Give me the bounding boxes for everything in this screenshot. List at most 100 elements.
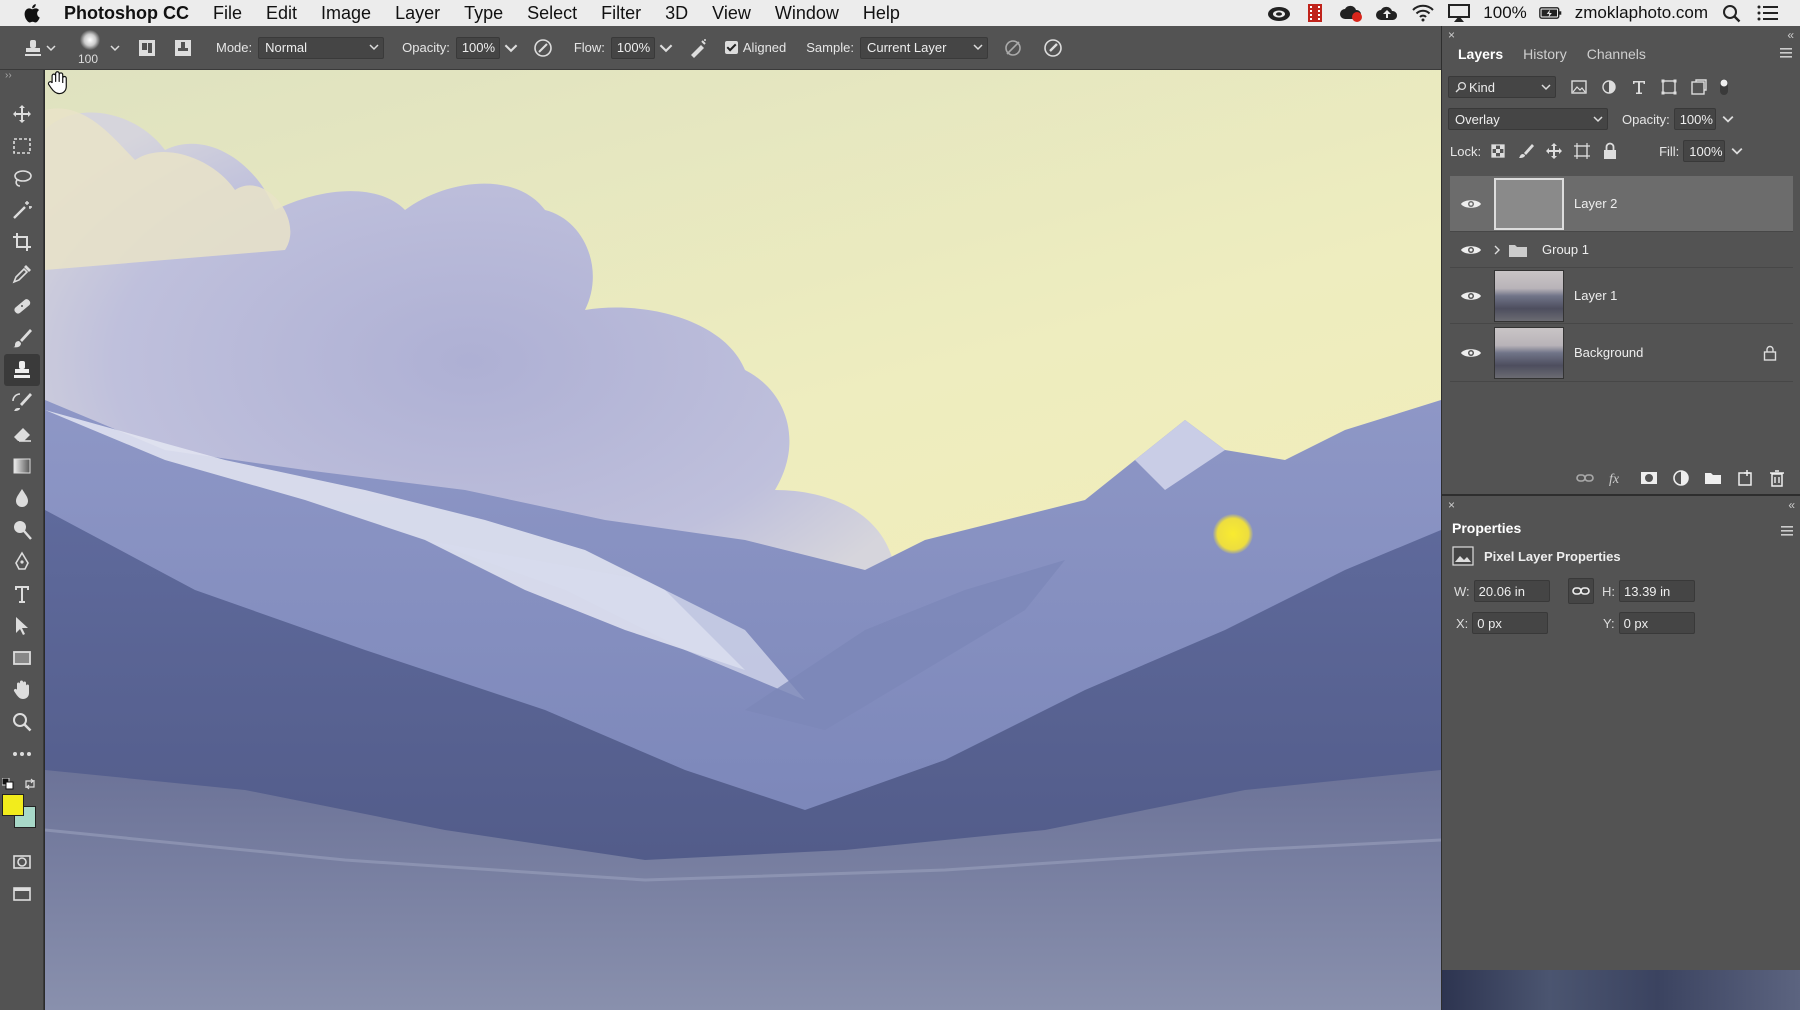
pixel-filter-icon[interactable]: [1568, 76, 1590, 98]
hand-tool[interactable]: [4, 674, 40, 706]
chevron-right-icon[interactable]: [1492, 244, 1502, 256]
layer-row-group-1[interactable]: Group 1: [1450, 232, 1793, 268]
chevron-down-icon[interactable]: [46, 43, 56, 53]
layer-name[interactable]: Background: [1574, 345, 1643, 360]
menu-help[interactable]: Help: [851, 3, 912, 24]
shape-filter-icon[interactable]: [1658, 76, 1680, 98]
chevron-down-icon[interactable]: [659, 41, 673, 55]
clone-stamp-preset-icon[interactable]: [22, 37, 44, 59]
fill-input[interactable]: 100%: [1683, 140, 1726, 162]
aligned-checkbox[interactable]: [724, 41, 738, 54]
brush-tool[interactable]: [4, 322, 40, 354]
brush-size-picker[interactable]: 100: [72, 28, 108, 68]
pressure-opacity-icon[interactable]: [532, 37, 554, 59]
rectangle-tool[interactable]: [4, 642, 40, 674]
panel-collapse-grip[interactable]: ››: [0, 70, 43, 84]
chevron-down-icon[interactable]: [504, 41, 518, 55]
tab-history[interactable]: History: [1513, 42, 1577, 68]
mode-dropdown[interactable]: Normal: [258, 36, 385, 59]
default-colors-icon[interactable]: [2, 778, 14, 790]
layer-name[interactable]: Layer 1: [1574, 288, 1617, 303]
trash-icon[interactable]: [1767, 468, 1787, 488]
close-icon[interactable]: ×: [1448, 498, 1455, 512]
dodge-tool[interactable]: [4, 514, 40, 546]
menu-window[interactable]: Window: [763, 3, 851, 24]
chevron-down-icon[interactable]: [110, 43, 120, 53]
filter-kind-dropdown[interactable]: Kind: [1448, 76, 1556, 98]
new-group-folder-icon[interactable]: [1703, 468, 1723, 488]
swap-colors-icon[interactable]: [24, 778, 36, 790]
menu-file[interactable]: File: [201, 3, 254, 24]
type-tool[interactable]: [4, 578, 40, 610]
lock-transparent-pixels-icon[interactable]: [1487, 140, 1509, 162]
menu-image[interactable]: Image: [309, 3, 383, 24]
visibility-eye-icon[interactable]: [1460, 289, 1482, 303]
menu-3d[interactable]: 3D: [653, 3, 700, 24]
layer-name[interactable]: Layer 2: [1574, 196, 1617, 211]
lock-position-icon[interactable]: [1543, 140, 1565, 162]
clone-source-panel-icon[interactable]: [172, 37, 194, 59]
foreground-color-swatch[interactable]: [2, 794, 24, 816]
chevron-down-icon[interactable]: [1731, 145, 1743, 157]
type-filter-icon[interactable]: [1628, 76, 1650, 98]
sample-dropdown[interactable]: Current Layer: [859, 36, 988, 59]
visibility-eye-icon[interactable]: [1460, 346, 1482, 360]
lock-icon[interactable]: [1763, 345, 1777, 361]
opacity-input[interactable]: 100%: [455, 36, 500, 59]
blur-tool[interactable]: [4, 482, 40, 514]
menu-view[interactable]: View: [700, 3, 763, 24]
zoom-tool[interactable]: [4, 706, 40, 738]
link-layers-icon[interactable]: [1575, 468, 1595, 488]
adjustment-filter-icon[interactable]: [1598, 76, 1620, 98]
screen-mode-button[interactable]: [4, 878, 40, 910]
y-input[interactable]: 0 px: [1618, 612, 1695, 634]
airplay-icon[interactable]: [1447, 3, 1471, 23]
move-tool[interactable]: [4, 98, 40, 130]
apple-icon[interactable]: [20, 2, 46, 24]
account-domain[interactable]: zmoklaphoto.com: [1575, 3, 1708, 23]
collapse-icon[interactable]: «: [1788, 498, 1795, 512]
airbrush-icon[interactable]: [687, 37, 709, 59]
layer-name[interactable]: Group 1: [1542, 242, 1589, 257]
healing-brush-tool[interactable]: [4, 290, 40, 322]
eraser-tool[interactable]: [4, 418, 40, 450]
visibility-eye-icon[interactable]: [1460, 243, 1482, 257]
cloud-upload-icon[interactable]: [1375, 3, 1399, 23]
menu-filter[interactable]: Filter: [589, 3, 653, 24]
add-mask-icon[interactable]: [1639, 468, 1659, 488]
document-canvas[interactable]: [45, 70, 1441, 1010]
panel-menu-icon[interactable]: [1781, 526, 1793, 536]
creative-cloud-icon[interactable]: [1267, 3, 1291, 23]
menu-layer[interactable]: Layer: [383, 3, 452, 24]
path-selection-tool[interactable]: [4, 610, 40, 642]
creative-cloud-sync-icon[interactable]: [1339, 3, 1363, 23]
visibility-eye-icon[interactable]: [1460, 197, 1482, 211]
layer-style-fx-icon[interactable]: fx: [1607, 468, 1627, 488]
adjustment-layer-icon[interactable]: [1671, 468, 1691, 488]
battery-icon[interactable]: [1538, 3, 1563, 23]
menu-app-name[interactable]: Photoshop CC: [58, 3, 201, 24]
pen-tool[interactable]: [4, 546, 40, 578]
film-recorder-icon[interactable]: [1303, 3, 1327, 23]
menu-edit[interactable]: Edit: [254, 3, 309, 24]
brush-settings-panel-icon[interactable]: [136, 37, 158, 59]
gradient-tool[interactable]: [4, 450, 40, 482]
constrain-proportions-button[interactable]: [1568, 578, 1594, 604]
more-tools[interactable]: [4, 738, 40, 770]
spotlight-search-icon[interactable]: [1720, 3, 1744, 23]
flow-input[interactable]: 100%: [610, 36, 655, 59]
wifi-icon[interactable]: [1411, 3, 1435, 23]
chevron-down-icon[interactable]: [1722, 113, 1734, 125]
quick-mask-button[interactable]: [4, 846, 40, 878]
lock-all-icon[interactable]: [1599, 140, 1621, 162]
new-layer-icon[interactable]: [1735, 468, 1755, 488]
lock-artboard-icon[interactable]: [1571, 140, 1593, 162]
width-input[interactable]: 20.06 in: [1473, 580, 1550, 602]
clone-stamp-tool[interactable]: [4, 354, 40, 386]
tab-layers[interactable]: Layers: [1448, 42, 1514, 68]
smart-object-filter-icon[interactable]: [1688, 76, 1710, 98]
lasso-tool[interactable]: [4, 162, 40, 194]
magic-wand-tool[interactable]: [4, 194, 40, 226]
blend-mode-dropdown[interactable]: Overlay: [1448, 108, 1608, 130]
menu-type[interactable]: Type: [452, 3, 515, 24]
